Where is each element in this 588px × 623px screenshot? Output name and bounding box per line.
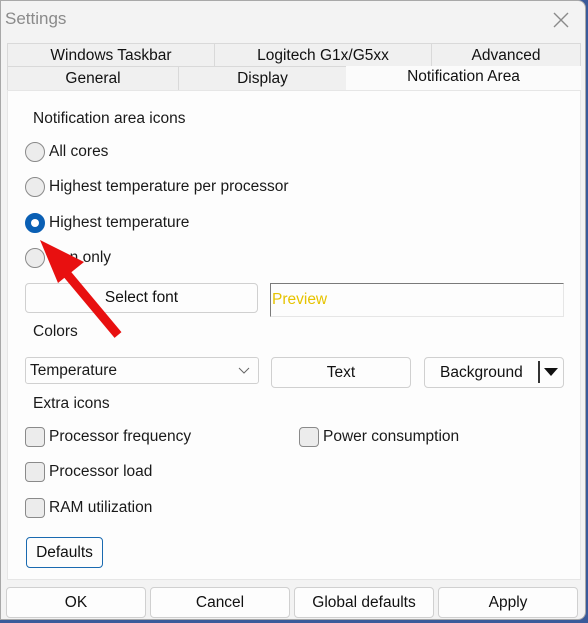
close-icon <box>553 12 569 28</box>
tab-notification-area[interactable]: Notification Area <box>346 66 581 90</box>
dropdown-arrow-icon[interactable] <box>543 367 559 377</box>
checkbox-ram-utilization[interactable]: RAM utilization <box>25 498 152 518</box>
font-preview-box: Preview <box>270 283 564 317</box>
tab-advanced[interactable]: Advanced <box>431 43 581 67</box>
checkbox[interactable] <box>25 462 45 482</box>
tab-label: Advanced <box>471 46 541 64</box>
checkbox-processor-load[interactable]: Processor load <box>25 462 152 482</box>
tab-display[interactable]: Display <box>178 66 347 90</box>
global-defaults-button[interactable]: Global defaults <box>294 587 434 618</box>
tab-general[interactable]: General <box>7 66 179 90</box>
radio-icon-only[interactable]: Icon only <box>25 248 111 268</box>
radio-highest-temperature[interactable]: Highest temperature <box>25 213 189 233</box>
ok-button[interactable]: OK <box>6 587 146 618</box>
checkbox[interactable] <box>25 427 45 447</box>
checkbox-label: Processor frequency <box>49 428 192 445</box>
color-target-combobox[interactable]: Temperature <box>25 357 259 384</box>
background-color-split-button: Background <box>424 357 564 388</box>
tab-label: Logitech G1x/G5xx <box>257 46 389 64</box>
radio-all-cores[interactable]: All cores <box>25 142 108 162</box>
radio-highest-temp-per-processor[interactable]: Highest temperature per processor <box>25 177 289 197</box>
apply-button[interactable]: Apply <box>438 587 578 618</box>
split-divider <box>538 361 540 383</box>
tab-windows-taskbar[interactable]: Windows Taskbar <box>7 43 215 67</box>
title-bar: Settings <box>1 1 585 39</box>
cancel-button[interactable]: Cancel <box>150 587 290 618</box>
window-title: Settings <box>5 9 67 28</box>
text-color-button[interactable]: Text <box>271 357 411 388</box>
settings-dialog: Settings Windows Taskbar Logitech G1x/G5… <box>0 0 586 620</box>
checkbox[interactable] <box>25 498 45 518</box>
checkbox[interactable] <box>299 427 319 447</box>
tab-label: Notification Area <box>407 68 520 85</box>
radio-label: Highest temperature <box>49 214 190 231</box>
defaults-button[interactable]: Defaults <box>26 537 103 568</box>
tab-label: General <box>65 69 121 87</box>
notification-icons-heading: Notification area icons <box>33 110 186 127</box>
combobox-value: Temperature <box>30 361 118 379</box>
tab-row-top: Windows Taskbar Logitech G1x/G5xx Advanc… <box>7 43 581 67</box>
colors-heading: Colors <box>33 323 78 340</box>
tab-row-bottom: General Display Notification Area <box>7 66 581 90</box>
extra-icons-heading: Extra icons <box>33 395 110 412</box>
radio-button[interactable] <box>25 177 45 197</box>
tab-label: Windows Taskbar <box>50 46 172 64</box>
checkbox-power-consumption[interactable]: Power consumption <box>299 427 459 447</box>
radio-label: Highest temperature per processor <box>49 178 289 195</box>
radio-button[interactable] <box>25 142 45 162</box>
radio-button-selected[interactable] <box>25 213 45 233</box>
checkbox-label: Processor load <box>49 463 153 480</box>
checkbox-label: Power consumption <box>323 428 460 445</box>
radio-button[interactable] <box>25 248 45 268</box>
select-font-button[interactable]: Select font <box>25 283 258 313</box>
chevron-down-icon <box>238 367 250 374</box>
preview-text: Preview <box>272 291 328 308</box>
tab-logitech[interactable]: Logitech G1x/G5xx <box>214 43 432 67</box>
radio-label: Icon only <box>49 249 112 266</box>
checkbox-processor-frequency[interactable]: Processor frequency <box>25 427 191 447</box>
close-button[interactable] <box>547 7 575 33</box>
background-label: Background <box>440 363 523 381</box>
tab-label: Display <box>237 69 288 87</box>
radio-label: All cores <box>49 143 109 160</box>
checkbox-label: RAM utilization <box>49 499 153 516</box>
